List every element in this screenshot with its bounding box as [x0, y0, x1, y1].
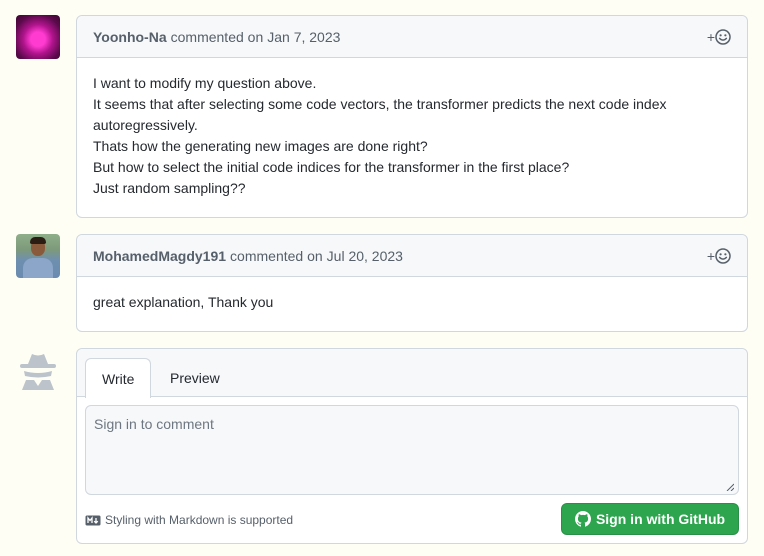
comment-2: MohamedMagdy191 commented on Jul 20, 202…: [76, 234, 748, 332]
sign-in-github-button[interactable]: Sign in with GitHub: [561, 503, 739, 535]
incognito-icon: [20, 354, 56, 390]
comment-editor: Write Preview Sign in to comment Styling…: [76, 348, 748, 544]
sign-in-label: Sign in with GitHub: [595, 511, 726, 527]
comment-action: commented on: [170, 28, 264, 45]
avatar-yoonho-na[interactable]: [16, 15, 60, 59]
smiley-icon: [715, 247, 731, 264]
comment-line: autoregressively.: [93, 117, 198, 133]
comment-line: It seems that after selecting some code …: [93, 96, 667, 112]
comment-line: Thats how the generating new images are …: [93, 138, 428, 154]
comment-input-placeholder: Sign in to comment: [94, 416, 214, 432]
comment-author[interactable]: MohamedMagdy191: [93, 248, 226, 264]
avatar-hair: [30, 237, 46, 244]
comment-line: I want to modify my question above.: [93, 75, 317, 91]
comment-line: Just random sampling??: [93, 180, 246, 196]
resize-handle-icon[interactable]: [726, 483, 734, 491]
comment-author[interactable]: Yoonho-Na: [93, 29, 167, 45]
comment-header: Yoonho-Na commented on Jan 7, 2023 +: [77, 16, 747, 58]
smiley-icon: [715, 28, 731, 45]
comment-body: great explanation, Thank you: [77, 277, 747, 328]
markdown-note-text: Styling with Markdown is supported: [105, 513, 294, 527]
markdown-note[interactable]: Styling with Markdown is supported: [85, 513, 293, 527]
reaction-plus: +: [706, 247, 715, 264]
add-reaction-button[interactable]: +: [707, 29, 731, 45]
markdown-icon: [85, 515, 101, 525]
comment-date[interactable]: Jul 20, 2023: [327, 248, 403, 264]
comment-body: I want to modify my question above. It s…: [77, 58, 747, 214]
tab-write[interactable]: Write: [85, 358, 152, 398]
add-reaction-button[interactable]: +: [707, 248, 731, 264]
avatar-mohamedmagdy191[interactable]: [16, 234, 60, 278]
comment-line: But how to select the initial code indic…: [93, 159, 570, 175]
github-mark-icon: [574, 511, 591, 527]
avatar-shirt: [23, 258, 53, 278]
reaction-plus: +: [706, 28, 715, 45]
comment-action: commented on: [230, 247, 323, 264]
tab-preview[interactable]: Preview: [154, 358, 236, 398]
editor-tabbar: Write Preview: [77, 349, 747, 398]
comment-header: MohamedMagdy191 commented on Jul 20, 202…: [77, 235, 747, 277]
comment-1: Yoonho-Na commented on Jan 7, 2023 + I w…: [76, 15, 748, 218]
comment-input[interactable]: Sign in to comment: [85, 405, 739, 495]
comment-line: great explanation, Thank you: [93, 294, 274, 310]
comment-date[interactable]: Jan 7, 2023: [267, 29, 340, 45]
